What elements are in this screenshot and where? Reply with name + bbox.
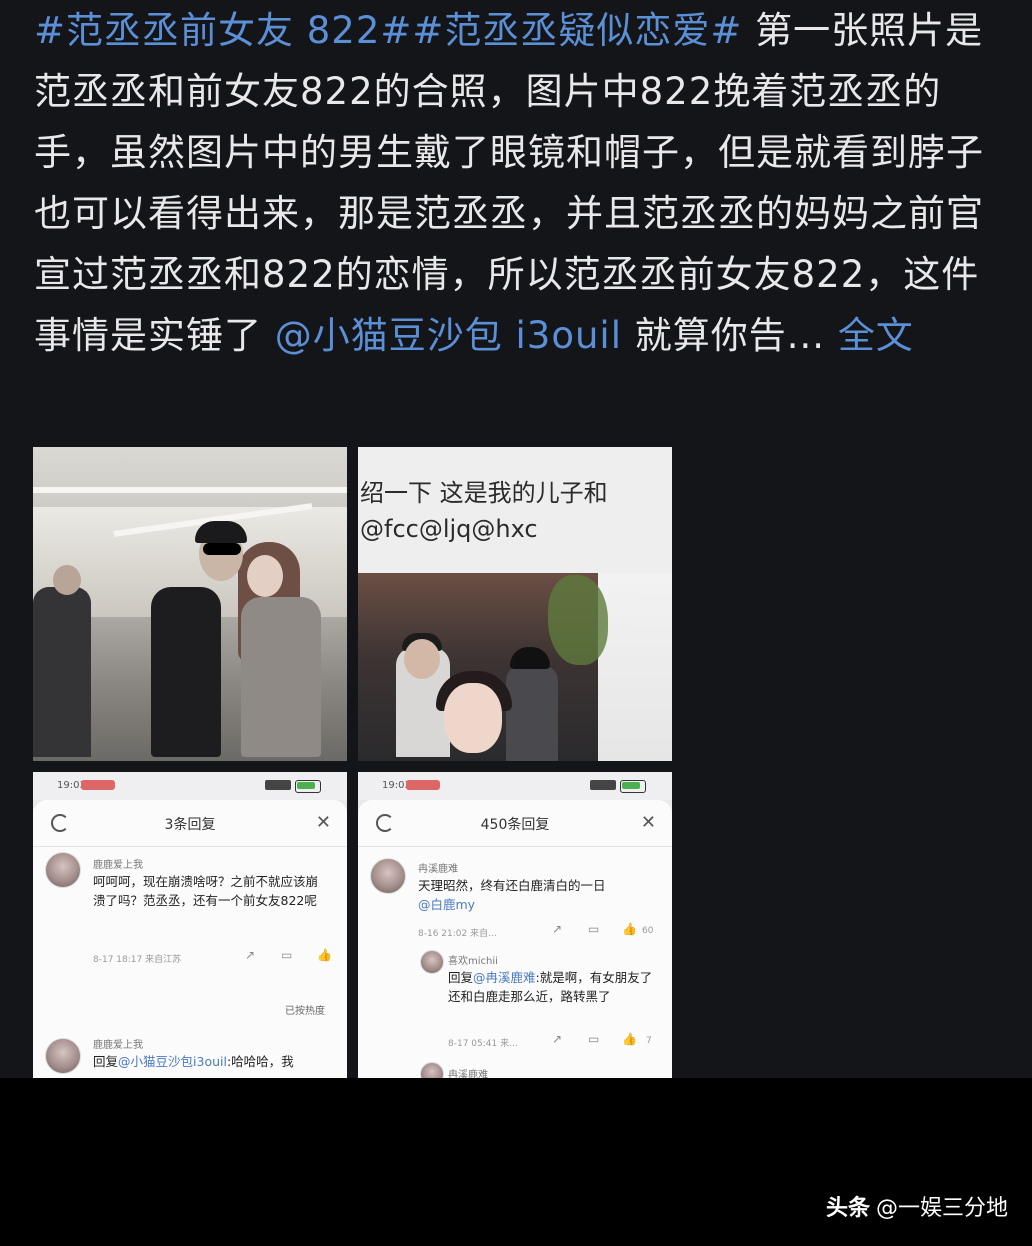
like-icon[interactable]: 👍 <box>317 948 332 962</box>
boy-head <box>404 639 440 679</box>
hashtag-ex-girlfriend[interactable]: #范丞丞前女友 822# <box>34 9 412 52</box>
battery-icon <box>295 780 321 793</box>
image-caption-line2: @fcc@ljq@hxc <box>360 515 538 543</box>
comment-body: 天理昭然，终有还白鹿清白的一日 <box>418 878 606 893</box>
status-bar: 19:03 <box>358 772 672 800</box>
reply-label: 回复 <box>93 1054 119 1069</box>
image-grid: 绍一下 这是我的儿子和 @fcc@ljq@hxc 19:03 3条回复 ✕ 鹿鹿… <box>33 447 673 1078</box>
watermark: 头条 @一娱三分地 <box>826 1190 1008 1222</box>
share-icon[interactable]: ↗ <box>245 948 255 962</box>
comment-username[interactable]: 喜欢michii <box>448 952 498 967</box>
signal-icon <box>590 780 616 790</box>
sunglasses-shape <box>203 543 241 555</box>
reply-sheet: 450条回复 ✕ 冉溪鹿难 天理昭然，终有还白鹿清白的一日 @白鹿my 8-16 … <box>358 800 672 1078</box>
reply-body: :哈哈哈，我 <box>226 1054 294 1069</box>
status-bar: 19:03 <box>33 772 347 800</box>
cap-shape <box>195 521 247 543</box>
girl-face <box>444 683 502 753</box>
comment-username[interactable]: 鹿鹿爱上我 <box>93 856 143 871</box>
like-count: 7 <box>646 1036 652 1046</box>
avatar[interactable] <box>370 858 406 894</box>
like-icon[interactable]: 👍 <box>622 1032 637 1046</box>
man-figure <box>151 587 221 757</box>
girl-face <box>247 555 283 597</box>
comment-username[interactable]: 冉溪鹿难 <box>448 1066 488 1078</box>
like-count: 60 <box>642 926 654 936</box>
reply-count-title: 450条回复 <box>480 817 550 833</box>
avatar[interactable] <box>45 852 81 888</box>
share-icon[interactable]: ↗ <box>552 1032 562 1046</box>
post-text: #范丞丞前女友 822##范丞丞疑似恋爱# 第一张照片是范丞丞和前女友822的合… <box>34 0 994 366</box>
like-icon[interactable]: 👍 <box>622 922 637 936</box>
photo-social-post[interactable]: 绍一下 这是我的儿子和 @fcc@ljq@hxc <box>358 447 672 761</box>
close-icon[interactable]: ✕ <box>316 812 331 833</box>
ceiling-beam <box>33 487 347 493</box>
divider <box>33 846 347 847</box>
comment-icon[interactable]: ▭ <box>588 1032 599 1046</box>
hashtag-dating[interactable]: #范丞丞疑似恋爱# <box>412 9 742 52</box>
reply-label: 回复 <box>448 970 474 985</box>
sort-by-hot[interactable]: 已按热度 <box>285 1002 325 1017</box>
comment-text: 呵呵呵，现在崩溃啥呀？之前不就应该崩溃了吗？范丞丞，还有一个前女友822呢 <box>93 874 319 908</box>
reply-mention[interactable]: @小猫豆沙包i3ouil <box>118 1054 227 1069</box>
divider <box>358 846 672 847</box>
comment-icon[interactable]: ▭ <box>281 948 292 962</box>
photo-couple[interactable] <box>33 447 347 761</box>
image-caption-line1: 绍一下 这是我的儿子和 <box>360 479 608 507</box>
reply-sheet: 3条回复 ✕ 鹿鹿爱上我 呵呵呵，现在崩溃啥呀？之前不就应该崩溃了吗？范丞丞，还… <box>33 800 347 1078</box>
comment-username[interactable]: 冉溪鹿难 <box>418 860 458 875</box>
notification-icons <box>406 780 440 790</box>
share-icon[interactable]: ↗ <box>552 922 562 936</box>
man-figure <box>506 665 558 761</box>
post-tail: 就算你告... <box>622 314 838 357</box>
comment-mention[interactable]: @白鹿my <box>418 897 475 912</box>
comment-meta: 8-16 21:02 来自… <box>418 929 498 939</box>
reply-count-title: 3条回复 <box>164 817 216 833</box>
photo-margin <box>598 573 672 761</box>
reply-mention[interactable]: @冉溪鹿难 <box>473 970 536 985</box>
bystander-figure <box>33 587 91 757</box>
girl-figure <box>241 597 321 757</box>
screenshot-replies-3[interactable]: 19:03 3条回复 ✕ 鹿鹿爱上我 呵呵呵，现在崩溃啥呀？之前不就应该崩溃了吗… <box>33 772 347 1078</box>
full-text-link[interactable]: 全文 <box>838 314 914 357</box>
battery-icon <box>620 780 646 793</box>
reply-text: 回复@小猫豆沙包i3ouil:哈哈哈，我 <box>93 1052 323 1071</box>
comment-meta: 8-17 18:17 来自江苏 <box>93 955 182 965</box>
comment-meta: 8-17 05:41 来… <box>448 1039 519 1049</box>
post-body: 第一张照片是范丞丞和前女友822的合照，图片中822挽着范丞丞的手，虽然图片中的… <box>34 9 984 357</box>
avatar[interactable] <box>420 950 444 974</box>
plant-shape <box>548 575 608 665</box>
watermark-account: @一娱三分地 <box>875 1196 1008 1221</box>
avatar[interactable] <box>45 1038 81 1074</box>
screenshot-replies-450[interactable]: 19:03 450条回复 ✕ 冉溪鹿难 天理昭然，终有还白鹿清白的一日 @白鹿my… <box>358 772 672 1078</box>
signal-icon <box>265 780 291 790</box>
comment-text: 天理昭然，终有还白鹿清白的一日 @白鹿my <box>418 876 648 914</box>
watermark-brand: 头条 <box>825 1196 870 1221</box>
comment-icon[interactable]: ▭ <box>588 922 599 936</box>
reply-text: 回复@冉溪鹿难:就是啊，有女朋友了还和白鹿走那么近，路转黑了 <box>448 968 656 1006</box>
user-mention[interactable]: @小猫豆沙包 i3ouil <box>275 314 622 357</box>
avatar[interactable] <box>420 1062 444 1078</box>
close-icon[interactable]: ✕ <box>641 812 656 833</box>
image-caption: 绍一下 这是我的儿子和 @fcc@ljq@hxc <box>358 475 672 547</box>
footer-bar: 头条 @一娱三分地 <box>0 1078 1032 1246</box>
comment-username[interactable]: 鹿鹿爱上我 <box>93 1036 143 1051</box>
bystander-head <box>53 565 81 595</box>
notification-icons <box>81 780 115 790</box>
